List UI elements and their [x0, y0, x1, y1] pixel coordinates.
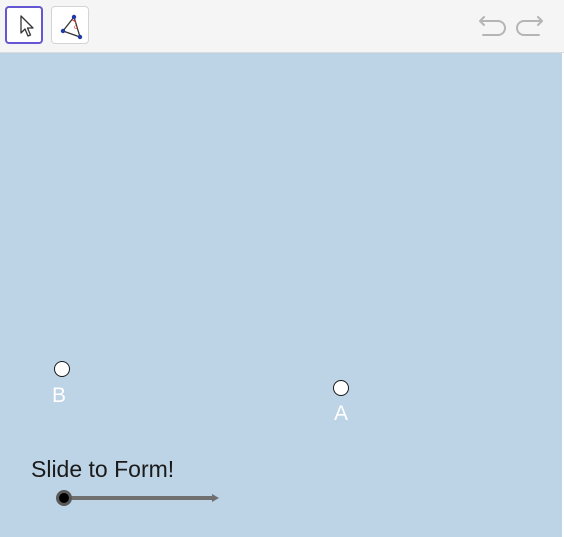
- polygon-angle-icon: α: [60, 14, 83, 40]
- slider-knob[interactable]: [56, 490, 72, 506]
- slider-track[interactable]: [64, 496, 216, 500]
- point-b-label: B: [52, 384, 67, 407]
- slider-caption: Slide to Form!: [31, 456, 175, 482]
- graphics-view[interactable]: B A Slide to Form!: [0, 53, 562, 537]
- move-tool-button[interactable]: [5, 6, 43, 44]
- cursor-arrow-icon: [20, 15, 34, 37]
- point-a-label: A: [334, 402, 349, 425]
- slider-arrow-icon: [212, 494, 219, 502]
- point-b[interactable]: [54, 361, 70, 377]
- point-a[interactable]: [333, 380, 349, 396]
- undo-button[interactable]: [478, 12, 510, 40]
- angle-tool-button[interactable]: α: [51, 6, 89, 44]
- toolbar: α: [0, 0, 564, 53]
- undo-icon: [479, 16, 506, 36]
- redo-icon: [516, 16, 543, 36]
- redo-button[interactable]: [514, 12, 546, 40]
- svg-text:α: α: [74, 24, 78, 31]
